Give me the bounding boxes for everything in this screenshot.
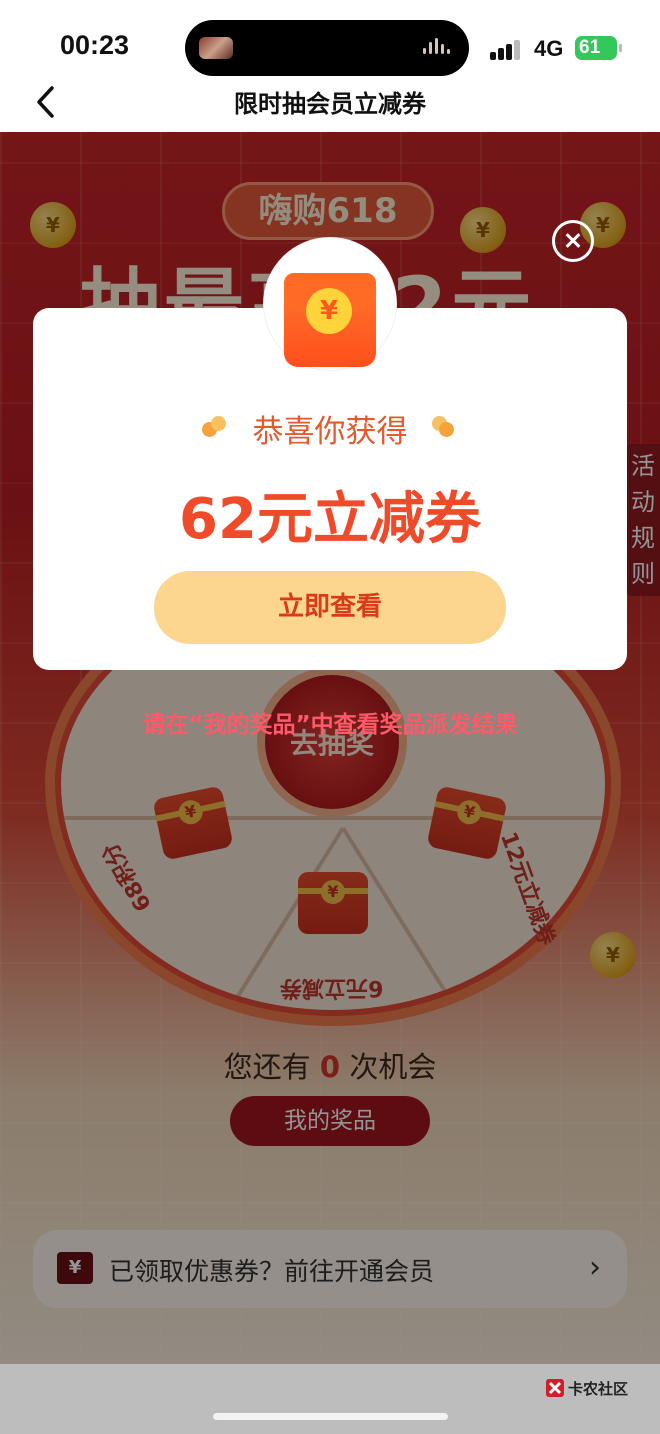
dynamic-island[interactable] — [185, 20, 469, 76]
watermark-text: 卡农社区 — [568, 1380, 629, 1398]
status-bar: 00:23 4G 61 — [0, 0, 660, 80]
network-type: 4G — [534, 36, 564, 61]
yuan-coin-icon: ¥ — [306, 288, 352, 334]
status-time: 00:23 — [60, 30, 130, 60]
cellular-signal-icon — [490, 38, 522, 60]
bottom-area — [0, 1364, 660, 1434]
prize-notice: 请在“我的奖品”中查看奖品派发结果 — [142, 712, 518, 738]
now-playing-thumbnail — [199, 37, 233, 59]
prize-name: 62元立减券 — [179, 487, 481, 552]
audio-wave-icon — [423, 38, 453, 58]
close-modal-button[interactable] — [552, 220, 594, 262]
home-indicator[interactable] — [213, 1413, 448, 1420]
nav-bar: 限时抽会员立减券 — [0, 80, 660, 132]
decoration-dots-icon — [430, 416, 456, 438]
congrats-text: 恭喜你获得 — [252, 414, 408, 450]
page-title: 限时抽会员立减券 — [234, 90, 426, 118]
battery-icon: 61 — [575, 36, 622, 60]
watermark-logo-icon — [546, 1379, 564, 1397]
view-now-button[interactable]: 立即查看 — [154, 571, 506, 644]
